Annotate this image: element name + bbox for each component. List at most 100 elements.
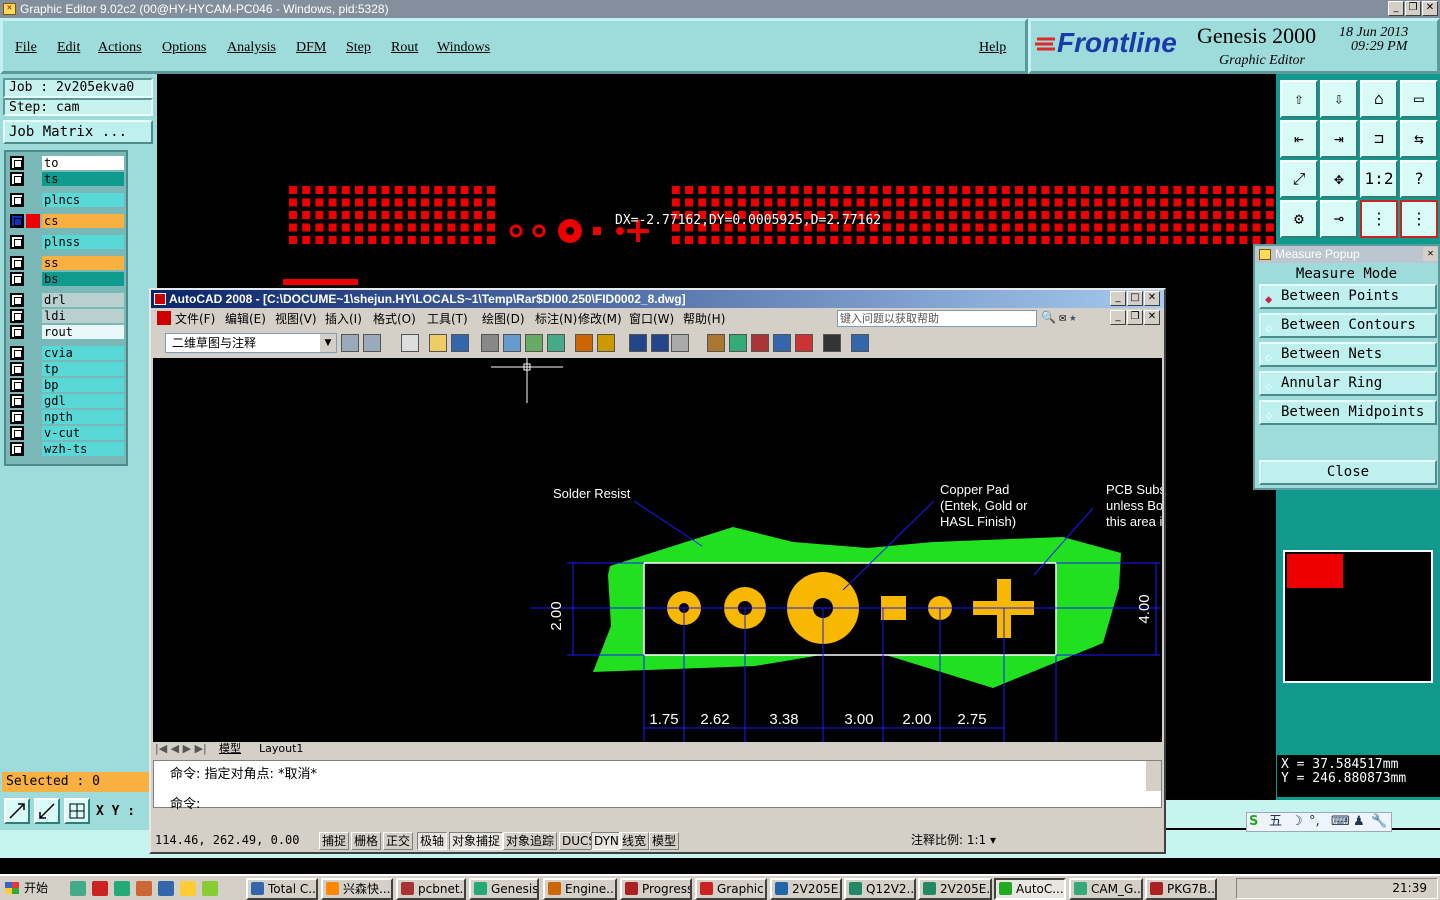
restore-button[interactable]: ❐ [1405, 1, 1421, 16]
taskbar-item[interactable]: CAM_G... [1069, 878, 1143, 900]
menu-dfm[interactable]: DFM [296, 40, 326, 56]
taskbar-item[interactable]: AutoC... [994, 878, 1066, 900]
layer-checkbox[interactable] [10, 156, 24, 170]
layer-name[interactable]: to [42, 156, 124, 170]
mode-between-points[interactable]: ◆ Between Points [1259, 284, 1437, 309]
taskbar-item[interactable]: 2V205E... [918, 878, 992, 900]
layer-checkbox[interactable] [10, 362, 24, 376]
taskbar-item[interactable]: pcbnet... [396, 878, 466, 900]
taskbar-item[interactable]: Progress [620, 878, 692, 900]
taskbar-item[interactable]: Total C... [246, 878, 318, 900]
menu-file[interactable]: File [15, 40, 37, 56]
keyboard-icon[interactable]: ⌨ [1331, 813, 1350, 831]
mode-between-midpoints[interactable]: ◇ Between Midpoints [1259, 400, 1437, 425]
print-icon[interactable] [481, 334, 499, 352]
layer-row-to[interactable]: to [8, 156, 124, 170]
snap-icon[interactable]: ⊸ [1320, 200, 1358, 238]
settings-icon[interactable]: ⚙ [1280, 200, 1318, 238]
window-icon[interactable]: ▭ [1400, 80, 1438, 118]
layer-name[interactable]: plncs [42, 193, 124, 207]
properties-icon[interactable] [707, 334, 725, 352]
taskbar-item[interactable]: 兴森快... [321, 878, 393, 900]
layer-row-rout[interactable]: rout [8, 325, 124, 339]
layer-row-ts[interactable]: ts [8, 172, 124, 186]
layer-row-ss[interactable]: ss [8, 256, 124, 270]
status-toggle[interactable]: 极轴 [417, 832, 448, 850]
layer-checkbox[interactable] [10, 293, 24, 307]
layer-checkbox[interactable] [10, 325, 24, 339]
genesis-canvas[interactable] [157, 74, 1276, 304]
new-icon[interactable] [401, 334, 419, 352]
layer-checkbox[interactable] [10, 442, 24, 456]
layer-checkbox[interactable] [10, 378, 24, 392]
grid-tool-button[interactable] [64, 798, 90, 824]
menu-rout[interactable]: Rout [391, 40, 418, 56]
layer-name[interactable]: gdl [42, 394, 124, 408]
layer-name[interactable]: cvia [42, 346, 124, 360]
layer-row-bs[interactable]: bs [8, 272, 124, 286]
pencil-icon[interactable] [575, 334, 593, 352]
layer-row-ldi[interactable]: ldi [8, 309, 124, 323]
layer-checkbox[interactable] [10, 172, 24, 186]
taskbar-item[interactable]: Genesis [469, 878, 539, 900]
measure-tool-button[interactable] [34, 798, 60, 824]
layer-checkbox[interactable] [10, 309, 24, 323]
save-icon[interactable] [158, 881, 174, 896]
layer-name[interactable]: plnss [42, 235, 124, 249]
mode-between-nets[interactable]: ◇ Between Nets [1259, 342, 1437, 367]
layer-row-bp[interactable]: bp [8, 378, 124, 392]
layer-down-icon[interactable]: ⋮ [1400, 200, 1438, 238]
quicklaunch-icon[interactable] [70, 881, 86, 896]
help-icon[interactable]: ? [1400, 160, 1438, 198]
zoom-tool-button[interactable] [4, 798, 30, 824]
layer-row-v-cut[interactable]: v-cut [8, 426, 124, 440]
menu-help[interactable]: Help [979, 40, 1006, 56]
pan-down-icon[interactable]: ⇩ [1320, 80, 1358, 118]
status-toggle[interactable]: 正交 [383, 832, 414, 850]
status-toggle[interactable]: 栅格 [351, 832, 382, 850]
layer-name[interactable]: cs [42, 214, 124, 228]
undo-dropdown-icon[interactable] [651, 334, 669, 352]
workspace-settings-icon[interactable] [341, 334, 359, 352]
taskbar-item[interactable]: 2V205E... [770, 878, 842, 900]
close-icon[interactable] [92, 881, 108, 896]
user-icon[interactable]: ♟ [1353, 813, 1365, 831]
mode-between-contours[interactable]: ◇ Between Contours [1259, 313, 1437, 338]
layer-name[interactable]: ss [42, 256, 124, 270]
taskbar-item[interactable]: PKG7B... [1145, 878, 1217, 900]
customize-icon[interactable] [363, 334, 381, 352]
sheet-set-icon[interactable] [773, 334, 791, 352]
punctuation-icon[interactable]: °, [1309, 813, 1320, 831]
layer-checkbox[interactable] [10, 214, 24, 228]
layer-row-npth[interactable]: npth [8, 410, 124, 424]
network-icon[interactable] [114, 881, 130, 896]
layer-name[interactable]: wzh-ts [42, 442, 124, 456]
mail-icon[interactable] [202, 881, 218, 896]
layer-name[interactable]: ts [42, 172, 124, 186]
preview-icon[interactable] [503, 334, 521, 352]
status-toggle[interactable]: 对象捕捉 [449, 832, 504, 850]
save-icon[interactable] [451, 334, 469, 352]
layer-name[interactable]: npth [42, 410, 124, 424]
pan-left-icon[interactable]: ⇤ [1280, 120, 1318, 158]
redo-icon[interactable] [671, 334, 689, 352]
layer-row-gdl[interactable]: gdl [8, 394, 124, 408]
start-button[interactable]: 开始 [2, 878, 52, 899]
overview-map[interactable] [1283, 550, 1433, 683]
mode-annular-ring[interactable]: ◇ Annular Ring [1259, 371, 1437, 396]
layer-row-cs[interactable]: cs [8, 214, 124, 228]
layer-name[interactable]: v-cut [42, 426, 124, 440]
layer-row-wzh-ts[interactable]: wzh-ts [8, 442, 124, 456]
close-button[interactable]: ✕ [1422, 1, 1438, 16]
pan-up-icon[interactable]: ⇧ [1280, 80, 1318, 118]
status-toggle[interactable]: 捕捉 [319, 832, 350, 850]
status-toggle[interactable]: DYN [591, 832, 622, 850]
layer-name[interactable]: rout [42, 325, 124, 339]
layer-up-icon[interactable]: ⋮ [1360, 200, 1398, 238]
publish-icon[interactable] [525, 334, 543, 352]
layer-name[interactable]: drl [42, 293, 124, 307]
calculator-icon[interactable] [823, 334, 841, 352]
menu-windows[interactable]: Windows [437, 40, 490, 56]
layer-checkbox[interactable] [10, 256, 24, 270]
menu-analysis[interactable]: Analysis [227, 40, 276, 56]
